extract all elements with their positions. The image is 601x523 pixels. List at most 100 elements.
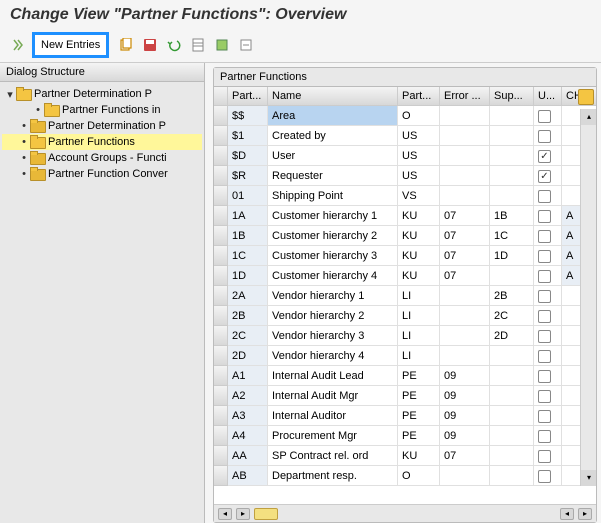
cell[interactable] bbox=[490, 406, 534, 426]
cell[interactable] bbox=[534, 186, 562, 206]
cell[interactable]: PE bbox=[398, 386, 440, 406]
cell[interactable]: User bbox=[268, 146, 398, 166]
cell[interactable] bbox=[534, 346, 562, 366]
row-selector[interactable] bbox=[214, 466, 228, 486]
cell[interactable]: US bbox=[398, 146, 440, 166]
cell[interactable]: KU bbox=[398, 246, 440, 266]
expand-icon[interactable]: • bbox=[18, 168, 30, 180]
cell[interactable]: PE bbox=[398, 366, 440, 386]
checkbox[interactable] bbox=[538, 250, 551, 263]
cell[interactable]: A2 bbox=[228, 386, 268, 406]
cell[interactable]: 09 bbox=[440, 366, 490, 386]
cell[interactable]: KU bbox=[398, 266, 440, 286]
cell[interactable] bbox=[440, 106, 490, 126]
checkbox[interactable] bbox=[538, 210, 551, 223]
cell[interactable]: 1B bbox=[228, 226, 268, 246]
cell[interactable]: 2B bbox=[490, 286, 534, 306]
column-header[interactable]: U... bbox=[534, 87, 562, 106]
undo-icon[interactable] bbox=[163, 34, 185, 56]
cell[interactable] bbox=[440, 146, 490, 166]
row-selector[interactable] bbox=[214, 146, 228, 166]
cell[interactable]: $$ bbox=[228, 106, 268, 126]
cell[interactable]: O bbox=[398, 106, 440, 126]
checkbox[interactable] bbox=[538, 230, 551, 243]
cell[interactable]: 1D bbox=[228, 266, 268, 286]
row-selector[interactable] bbox=[214, 346, 228, 366]
scroll-prev-icon[interactable]: ▸ bbox=[236, 508, 250, 520]
expand-icon[interactable]: ▾ bbox=[4, 88, 16, 101]
cell[interactable]: KU bbox=[398, 226, 440, 246]
row-selector[interactable] bbox=[214, 446, 228, 466]
cell[interactable] bbox=[440, 306, 490, 326]
row-selector[interactable] bbox=[214, 226, 228, 246]
scroll-left-icon[interactable]: ◂ bbox=[560, 508, 574, 520]
cell[interactable] bbox=[534, 126, 562, 146]
cell[interactable]: Vendor hierarchy 1 bbox=[268, 286, 398, 306]
cell[interactable]: 1C bbox=[228, 246, 268, 266]
checkbox[interactable] bbox=[538, 410, 551, 423]
checkbox[interactable] bbox=[538, 270, 551, 283]
scroll-down-icon[interactable]: ▾ bbox=[581, 470, 596, 486]
cell[interactable] bbox=[534, 446, 562, 466]
cell[interactable] bbox=[534, 386, 562, 406]
cell[interactable]: Procurement Mgr bbox=[268, 426, 398, 446]
row-selector[interactable] bbox=[214, 366, 228, 386]
row-selector[interactable] bbox=[214, 106, 228, 126]
cell[interactable]: 1A bbox=[228, 206, 268, 226]
expand-icon[interactable]: • bbox=[32, 104, 44, 116]
save-icon[interactable] bbox=[139, 34, 161, 56]
checkbox[interactable] bbox=[538, 190, 551, 203]
cell[interactable]: LI bbox=[398, 286, 440, 306]
cell[interactable]: Customer hierarchy 4 bbox=[268, 266, 398, 286]
cell[interactable]: LI bbox=[398, 326, 440, 346]
cell[interactable]: VS bbox=[398, 186, 440, 206]
row-selector[interactable] bbox=[214, 206, 228, 226]
checkbox[interactable] bbox=[538, 170, 551, 183]
checkbox[interactable] bbox=[538, 350, 551, 363]
scroll-up-icon[interactable]: ▴ bbox=[581, 109, 596, 125]
cell[interactable]: 07 bbox=[440, 446, 490, 466]
cell[interactable]: Customer hierarchy 1 bbox=[268, 206, 398, 226]
cell[interactable] bbox=[490, 386, 534, 406]
cell[interactable]: 07 bbox=[440, 226, 490, 246]
cell[interactable]: Vendor hierarchy 2 bbox=[268, 306, 398, 326]
cell[interactable]: O bbox=[398, 466, 440, 486]
cell[interactable]: 2D bbox=[490, 326, 534, 346]
cell[interactable]: LI bbox=[398, 306, 440, 326]
cell[interactable]: A1 bbox=[228, 366, 268, 386]
column-header[interactable]: Sup... bbox=[490, 87, 534, 106]
cell[interactable]: Vendor hierarchy 4 bbox=[268, 346, 398, 366]
cell[interactable]: PE bbox=[398, 406, 440, 426]
column-header[interactable]: Part... bbox=[398, 87, 440, 106]
cell[interactable] bbox=[534, 366, 562, 386]
cell[interactable]: KU bbox=[398, 446, 440, 466]
cell[interactable]: 2D bbox=[228, 346, 268, 366]
configure-columns-icon[interactable] bbox=[578, 89, 594, 105]
cell[interactable]: 07 bbox=[440, 206, 490, 226]
checkbox[interactable] bbox=[538, 470, 551, 483]
cell[interactable]: 09 bbox=[440, 426, 490, 446]
cell[interactable] bbox=[534, 466, 562, 486]
position-button[interactable] bbox=[254, 508, 278, 520]
cell[interactable]: $D bbox=[228, 146, 268, 166]
checkbox[interactable] bbox=[538, 130, 551, 143]
cell[interactable] bbox=[440, 166, 490, 186]
expand-icon[interactable]: • bbox=[18, 152, 30, 164]
cell[interactable] bbox=[490, 146, 534, 166]
cell[interactable] bbox=[440, 186, 490, 206]
cell[interactable]: Department resp. bbox=[268, 466, 398, 486]
expand-icon[interactable]: • bbox=[18, 120, 30, 132]
cell[interactable] bbox=[534, 206, 562, 226]
cell[interactable]: Created by bbox=[268, 126, 398, 146]
cell[interactable] bbox=[534, 226, 562, 246]
cell[interactable]: 2B bbox=[228, 306, 268, 326]
cell[interactable] bbox=[534, 266, 562, 286]
cell[interactable] bbox=[490, 166, 534, 186]
cell[interactable] bbox=[534, 146, 562, 166]
cell[interactable] bbox=[490, 446, 534, 466]
vertical-scrollbar[interactable]: ▴ ▾ bbox=[580, 109, 596, 486]
cell[interactable] bbox=[440, 126, 490, 146]
row-selector[interactable] bbox=[214, 266, 228, 286]
cell[interactable]: 09 bbox=[440, 386, 490, 406]
cell[interactable] bbox=[490, 346, 534, 366]
